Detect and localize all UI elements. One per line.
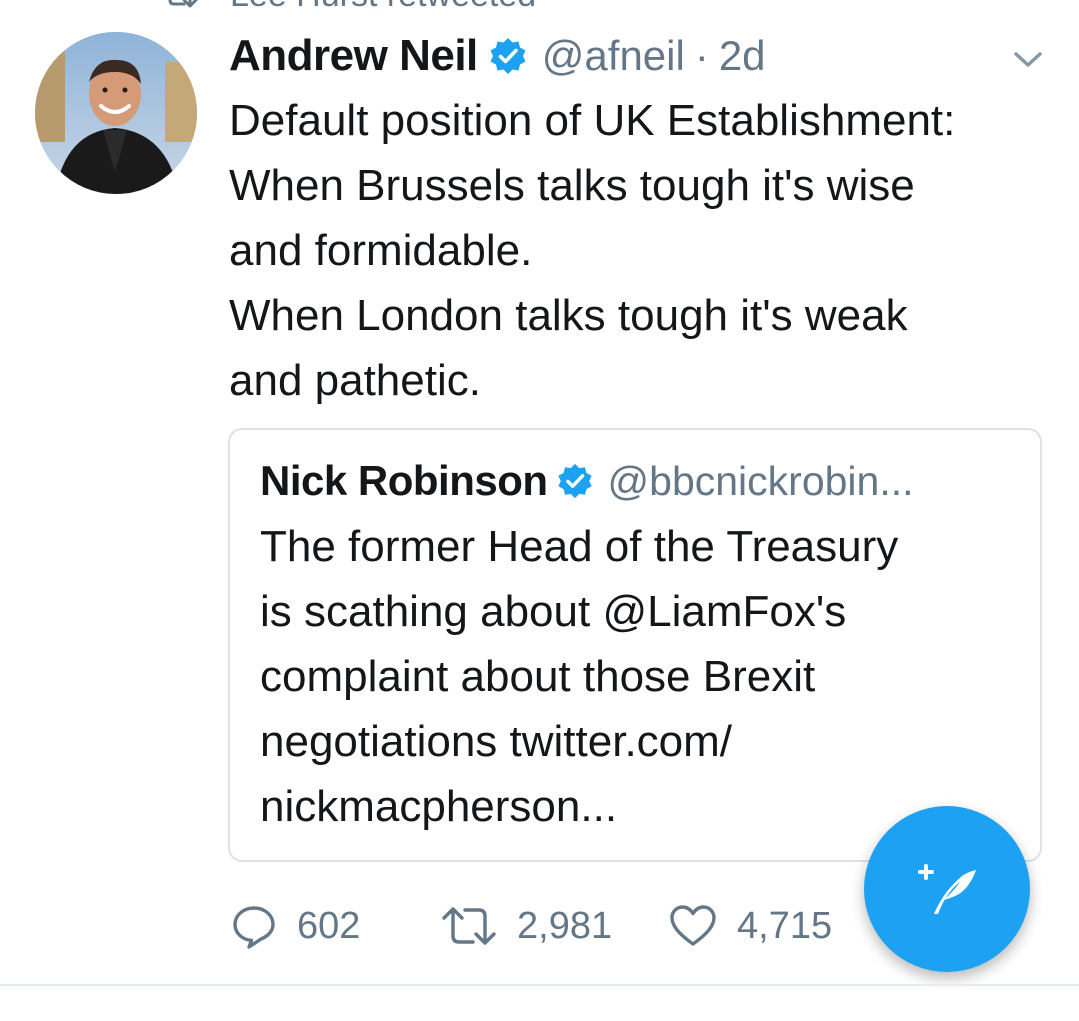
quoted-tweet-line: negotiations twitter.com/ (260, 717, 733, 766)
quoted-tweet-line: The former Head of the Treasury (260, 522, 899, 571)
tweet-line: and formidable. (229, 226, 533, 275)
quoted-author-name: Nick Robinson (260, 457, 548, 504)
compose-tweet-button[interactable] (864, 806, 1030, 972)
reply-icon (233, 906, 275, 949)
retweet-icon (442, 907, 496, 945)
like-count: 4,715 (737, 904, 833, 947)
heart-icon (670, 905, 716, 946)
retweet-icon (168, 0, 198, 8)
tweet-body: Default position of UK Establishment: Wh… (229, 88, 1069, 413)
chevron-down-icon[interactable] (1011, 44, 1045, 74)
quoted-tweet-card[interactable]: Nick Robinson @bbcnickrobin... The forme… (228, 428, 1042, 862)
quoted-tweet-body: The former Head of the Treasury is scath… (260, 514, 1030, 839)
tweet-line: When Brussels talks tough it's wise (229, 161, 915, 210)
author-avatar[interactable] (35, 32, 197, 194)
avatar-photo (35, 32, 197, 194)
quoted-tweet-header: Nick Robinson @bbcnickrobin... (260, 452, 914, 510)
author-name[interactable]: Andrew Neil (229, 31, 478, 81)
quoted-author-handle: @bbcnickrobin... (607, 457, 914, 504)
tweet-header: Andrew Neil @afneil · 2d (229, 28, 766, 84)
tweet-line: and pathetic. (229, 356, 481, 405)
author-handle[interactable]: @afneil (542, 32, 685, 80)
tweet-timestamp[interactable]: 2d (719, 32, 766, 80)
verified-badge-icon (557, 463, 592, 499)
reply-count: 602 (297, 904, 361, 947)
retweet-button[interactable]: 2,981 (441, 896, 612, 956)
verified-badge-icon (490, 38, 526, 74)
retweet-context: Lee Hurst retweeted (160, 0, 536, 15)
tweet-line: When London talks tough it's weak (229, 291, 908, 340)
retweet-context-label: Lee Hurst retweeted (230, 0, 536, 15)
compose-feather-icon (918, 864, 976, 914)
retweet-count: 2,981 (517, 904, 613, 947)
tweet-divider (0, 984, 1079, 986)
quoted-tweet-line: complaint about those Brexit (260, 652, 816, 701)
tweet-line: Default position of UK Establishment: (229, 96, 956, 145)
meta-separator: · (694, 32, 709, 79)
like-button[interactable]: 4,715 (669, 896, 832, 956)
reply-button[interactable]: 602 (231, 896, 360, 956)
quoted-tweet-line: is scathing about @LiamFox's (260, 587, 847, 636)
tweet-actions: 602 2,981 4,715 (229, 896, 929, 956)
